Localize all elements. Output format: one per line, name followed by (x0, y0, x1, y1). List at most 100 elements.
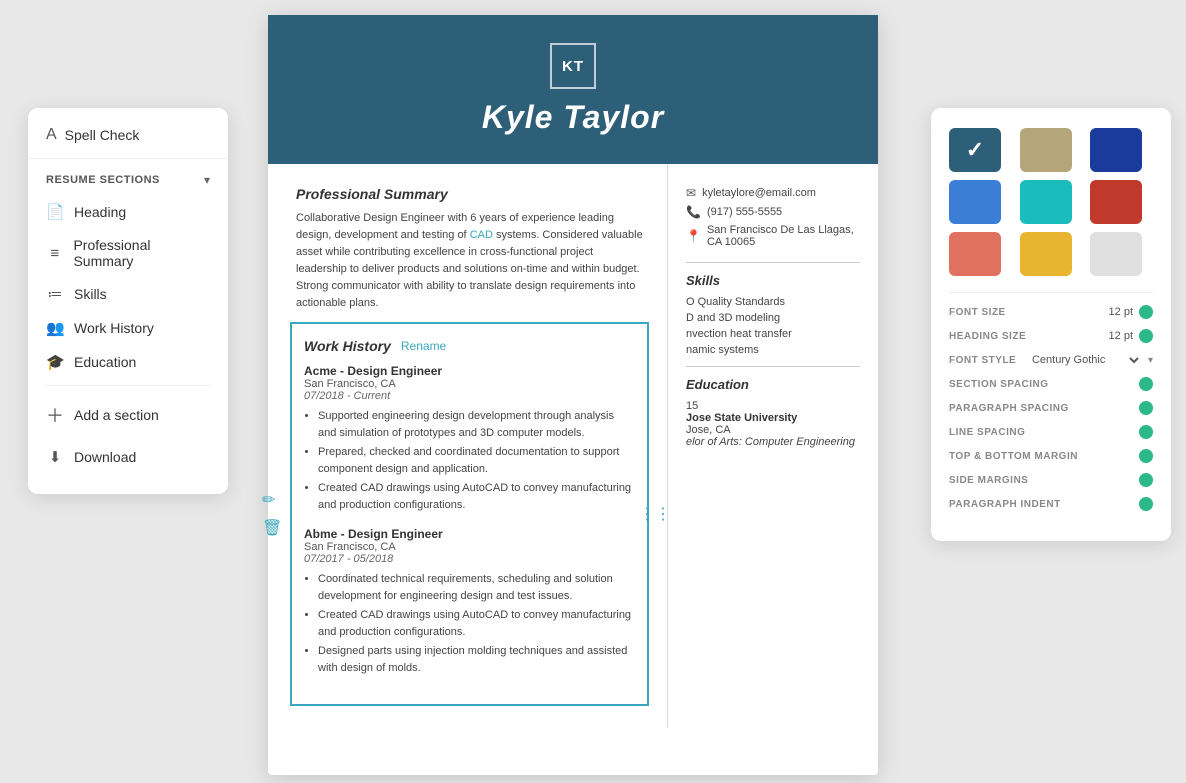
sidebar-item-heading-label: Heading (74, 204, 126, 220)
color-swatch-yellow[interactable] (1020, 232, 1072, 276)
style-panel: ✓ FONT SIZE 12 pt HEADING SIZE 12 pt F (931, 108, 1171, 541)
job-entry-1: Acme - Design Engineer San Francisco, CA… (304, 364, 635, 513)
professional-summary-title: Professional Summary (296, 186, 643, 202)
skill-3: nvection heat transfer (686, 328, 860, 340)
resume-left-column: Professional Summary Collaborative Desig… (268, 164, 668, 728)
professional-summary-text: Collaborative Design Engineer with 6 yea… (296, 210, 643, 312)
heading-size-label: HEADING SIZE (949, 331, 1026, 342)
resume-document: KT Kyle Taylor Professional Summary Coll… (268, 15, 878, 775)
job-entry-2: Abme - Design Engineer San Francisco, CA… (304, 527, 635, 676)
delete-icon[interactable]: 🗑 (262, 518, 282, 538)
sidebar-item-professional-summary[interactable]: ≡ Professional Summary (28, 229, 228, 277)
job-bullet-1-1: Supported engineering design development… (318, 408, 635, 441)
resume-right-column: ✉ kyletaylore@email.com 📞 (917) 555-5555… (668, 164, 878, 728)
edit-icon[interactable]: ✏ (262, 490, 282, 510)
spell-check-item[interactable]: A Spell Check (28, 126, 228, 159)
resume-sections-header: RESUME SECTIONS ▾ (28, 159, 228, 195)
heading-size-toggle[interactable] (1139, 329, 1153, 343)
color-grid: ✓ (949, 128, 1153, 276)
job-bullet-2-2: Created CAD drawings using AutoCAD to co… (318, 607, 635, 640)
email-icon: ✉ (686, 186, 696, 200)
rename-link[interactable]: Rename (401, 339, 446, 353)
job-bullets-2: Coordinated technical requirements, sche… (304, 571, 635, 676)
phone-icon: 📞 (686, 205, 701, 219)
section-spacing-label: SECTION SPACING (949, 379, 1049, 390)
chevron-font-icon: ▾ (1148, 355, 1153, 366)
section-spacing-toggle[interactable] (1139, 377, 1153, 391)
job-dates-1: 07/2018 - Current (304, 390, 635, 402)
resume-header: KT Kyle Taylor (268, 15, 878, 164)
plus-icon: ＋ (46, 402, 64, 428)
skills-icon: ≔ (46, 285, 64, 303)
heading-icon: 📄 (46, 203, 64, 221)
paragraph-indent-row: PARAGRAPH INDENT (949, 497, 1153, 511)
job-bullet-2-1: Coordinated technical requirements, sche… (318, 571, 635, 604)
contact-info: ✉ kyletaylore@email.com 📞 (917) 555-5555… (686, 186, 860, 248)
color-swatch-teal[interactable] (1020, 180, 1072, 224)
heading-size-value: 12 pt (1109, 329, 1153, 343)
education-title: Education (686, 377, 860, 392)
spell-check-icon: A (46, 126, 57, 144)
sidebar-item-education[interactable]: 🎓 Education (28, 345, 228, 379)
resume-name: Kyle Taylor (482, 99, 664, 136)
job-bullet-1-3: Created CAD drawings using AutoCAD to co… (318, 480, 635, 513)
color-swatch-red[interactable] (1090, 180, 1142, 224)
add-section-button[interactable]: ＋ Add a section (28, 392, 228, 438)
download-button[interactable]: ⬇ Download (28, 438, 228, 476)
paragraph-spacing-row: PARAGRAPH SPACING (949, 401, 1153, 415)
line-spacing-row: LINE SPACING (949, 425, 1153, 439)
heading-size-val: 12 pt (1109, 330, 1133, 342)
line-spacing-label: LINE SPACING (949, 427, 1025, 438)
section-spacing-row: SECTION SPACING (949, 377, 1153, 391)
job-company-1: Acme - Design Engineer (304, 364, 635, 378)
sidebar-item-heading[interactable]: 📄 Heading (28, 195, 228, 229)
job-dates-2: 07/2017 - 05/2018 (304, 553, 635, 565)
color-swatch-salmon[interactable] (949, 232, 1001, 276)
paragraph-indent-toggle[interactable] (1139, 497, 1153, 511)
sidebar-item-work-history-label: Work History (74, 320, 154, 336)
side-margins-label: SIDE MARGINS (949, 475, 1028, 486)
font-size-label: FONT SIZE (949, 307, 1006, 318)
job-location-1: San Francisco, CA (304, 378, 635, 390)
contact-phone: 📞 (917) 555-5555 (686, 205, 860, 219)
edu-school: Jose State University (686, 412, 860, 424)
edu-location: Jose, CA (686, 424, 860, 436)
address-text: San Francisco De Las Llagas, CA 10065 (707, 224, 860, 248)
line-spacing-toggle[interactable] (1139, 425, 1153, 439)
font-style-select[interactable]: Century Gothic Arial Times New Roman (1028, 353, 1142, 367)
sidebar-item-skills[interactable]: ≔ Skills (28, 277, 228, 311)
skill-1: O Quality Standards (686, 296, 860, 308)
sidebar: A Spell Check RESUME SECTIONS ▾ 📄 Headin… (28, 108, 228, 494)
sidebar-item-professional-summary-label: Professional Summary (73, 237, 210, 269)
heading-size-row: HEADING SIZE 12 pt (949, 329, 1153, 343)
work-history-icon: 👥 (46, 319, 64, 337)
color-swatch-blue[interactable] (949, 180, 1001, 224)
sidebar-item-skills-label: Skills (74, 286, 107, 302)
paragraph-spacing-toggle[interactable] (1139, 401, 1153, 415)
job-bullet-2-3: Designed parts using injection molding t… (318, 643, 635, 676)
sidebar-item-work-history[interactable]: 👥 Work History (28, 311, 228, 345)
font-size-toggle[interactable] (1139, 305, 1153, 319)
side-margins-toggle[interactable] (1139, 473, 1153, 487)
work-history-header: Work History Rename (304, 338, 635, 354)
drag-handle[interactable]: ⋮⋮ (639, 504, 671, 524)
font-style-row: FONT STYLE Century Gothic Arial Times Ne… (949, 353, 1153, 367)
education-icon: 🎓 (46, 353, 64, 371)
email-text: kyletaylore@email.com (702, 187, 816, 199)
chevron-down-icon[interactable]: ▾ (204, 173, 210, 187)
font-style-label: FONT STYLE (949, 355, 1016, 366)
add-section-label: Add a section (74, 407, 159, 423)
education-section: Education 15 Jose State University Jose,… (686, 377, 860, 448)
download-icon: ⬇ (46, 448, 64, 466)
color-swatch-teal-dark[interactable]: ✓ (949, 128, 1001, 172)
font-style-value: Century Gothic Arial Times New Roman ▾ (1028, 353, 1153, 367)
contact-email: ✉ kyletaylore@email.com (686, 186, 860, 200)
font-size-val: 12 pt (1109, 306, 1133, 318)
color-swatch-light[interactable] (1090, 232, 1142, 276)
top-bottom-margin-toggle[interactable] (1139, 449, 1153, 463)
work-history-section[interactable]: ✏ 🗑 Work History Rename Acme - Design En… (290, 322, 649, 706)
job-bullet-1-2: Prepared, checked and coordinated docume… (318, 444, 635, 477)
color-swatch-tan[interactable] (1020, 128, 1072, 172)
color-swatch-navy[interactable] (1090, 128, 1142, 172)
lines-icon: ≡ (46, 245, 63, 262)
